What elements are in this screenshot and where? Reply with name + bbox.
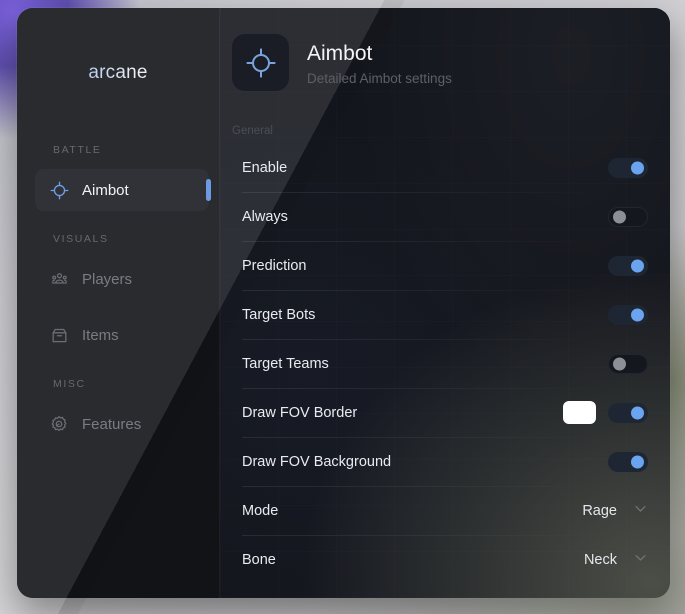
toggle-knob [613,210,626,223]
sidebar-group-heading-visuals: VISUALS [53,233,109,245]
main-panel: Aimbot Detailed Aimbot settings General … [220,8,670,598]
sidebar-item-label: Items [82,326,119,344]
sidebar-group-heading-battle: BATTLE [53,144,102,156]
arcane-app-window: arcane BATTLE Aimbot VISUALS Players Ite… [17,8,670,598]
gear-icon [49,414,69,434]
crosshair-icon [49,180,69,200]
setting-label: Draw FOV Border [242,404,358,421]
sidebar-group-visuals: VISUALS Players Items [17,233,219,356]
setting-row-draw-fov-background[interactable]: Draw FOV Background [220,437,670,486]
toggle-knob [631,308,644,321]
list-bottom-spacer [220,584,670,594]
page-title: Aimbot [307,42,373,66]
sidebar-item-players[interactable]: Players [35,258,209,300]
chevron-down-icon [633,501,648,521]
app-logo: arcane [17,62,219,84]
toggle-draw-fov-border[interactable] [608,402,648,423]
dropdown-bone[interactable]: Neck [584,550,648,570]
box-icon [49,325,69,345]
sidebar-item-items[interactable]: Items [35,314,209,356]
sidebar-group-misc: MISC Features [17,378,219,445]
toggle-target-teams[interactable] [608,353,648,374]
setting-row-enable[interactable]: Enable [220,143,670,192]
setting-label: Prediction [242,257,307,274]
toggle-knob [631,406,644,419]
toggle-enable[interactable] [608,157,648,178]
header-crosshair-icon [232,34,289,91]
setting-row-always[interactable]: Always [220,192,670,241]
desktop-background: arcane BATTLE Aimbot VISUALS Players Ite… [0,0,685,614]
dropdown-value: Neck [583,551,617,568]
toggle-target-bots[interactable] [608,304,648,325]
dropdown-value: Rage [582,502,617,519]
setting-row-prediction[interactable]: Prediction [220,241,670,290]
sidebar-item-features[interactable]: Features [35,403,209,445]
section-label-general: General [232,125,273,137]
sidebar-group-battle: BATTLE Aimbot [17,144,219,211]
setting-row-bone[interactable]: Bone Neck [220,535,670,584]
setting-label: Target Bots [242,306,316,323]
players-icon [49,269,69,289]
setting-row-target-bots[interactable]: Target Bots [220,290,670,339]
setting-label: Target Teams [242,355,329,372]
page-header: Aimbot Detailed Aimbot settings [220,8,670,91]
setting-row-mode[interactable]: Mode Rage [220,486,670,535]
setting-label: Draw FOV Background [242,453,392,470]
toggle-knob [631,455,644,468]
toggle-knob [631,161,644,174]
toggle-knob [631,259,644,272]
setting-label: Always [242,208,288,225]
sidebar: arcane BATTLE Aimbot VISUALS Players Ite… [17,8,220,598]
toggle-always[interactable] [608,206,648,227]
page-subtitle: Detailed Aimbot settings [307,70,452,86]
sidebar-item-label: Players [82,270,133,288]
toggle-knob [613,357,626,370]
toggle-prediction[interactable] [608,255,648,276]
setting-row-target-teams[interactable]: Target Teams [220,339,670,388]
dropdown-mode[interactable]: Rage [582,501,648,521]
toggle-draw-fov-background[interactable] [608,451,648,472]
setting-label: Bone [242,551,276,568]
settings-list: Enable Always Prediction Target Bots Tar… [220,143,670,594]
sidebar-item-label: Features [82,415,142,433]
chevron-down-icon [633,550,648,570]
color-swatch-fov-border[interactable] [563,401,596,424]
sidebar-item-aimbot[interactable]: Aimbot [35,169,211,211]
active-indicator-bar [206,179,211,201]
setting-label: Mode [242,502,279,519]
sidebar-group-heading-misc: MISC [53,378,86,390]
setting-row-draw-fov-border[interactable]: Draw FOV Border [220,388,670,437]
setting-label: Enable [242,159,288,176]
sidebar-item-label: Aimbot [82,181,129,199]
